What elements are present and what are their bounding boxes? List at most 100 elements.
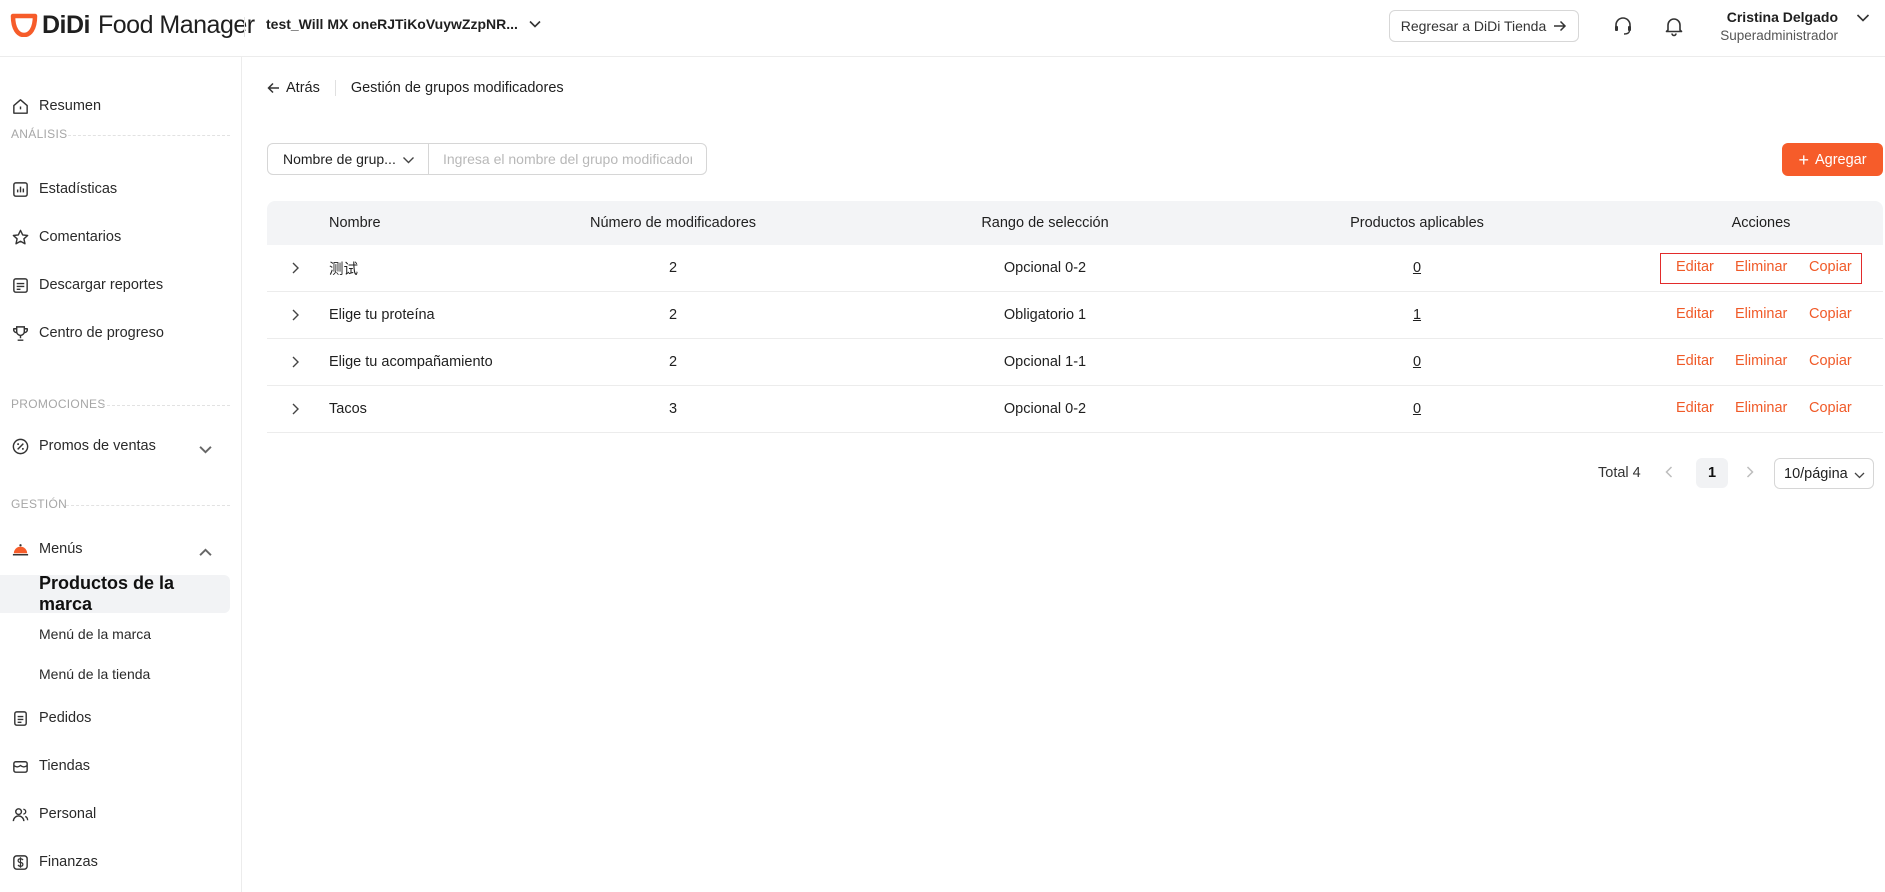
cell-numero: 2 bbox=[668, 260, 678, 276]
sidebar-item-label: Promos de ventas bbox=[39, 438, 156, 454]
sidebar-item-resumen[interactable]: Resumen bbox=[0, 89, 230, 123]
add-button-label: Agregar bbox=[1814, 151, 1867, 168]
bell-icon[interactable] bbox=[1663, 15, 1685, 37]
edit-button[interactable]: Editar bbox=[1676, 400, 1714, 416]
back-link[interactable]: Atrás bbox=[267, 80, 320, 96]
sidebar: Resumen ANÁLISIS Estadísticas Comentario… bbox=[0, 57, 242, 892]
edit-button[interactable]: Editar bbox=[1676, 306, 1714, 322]
sidebar-item-centro-progreso[interactable]: Centro de progreso bbox=[0, 316, 230, 350]
chevron-right-icon[interactable] bbox=[287, 260, 303, 276]
chevron-right-icon[interactable] bbox=[287, 354, 303, 370]
sidebar-item-label: Menú de la tienda bbox=[39, 666, 151, 682]
chevron-down-icon bbox=[403, 157, 414, 164]
section-divider bbox=[66, 505, 230, 506]
table-row: Tacos 3 Opcional 0-2 0 Editar Eliminar C… bbox=[267, 386, 1883, 433]
back-to-store-button[interactable]: Regresar a DiDi Tienda bbox=[1389, 10, 1579, 42]
copy-button[interactable]: Copiar bbox=[1809, 259, 1852, 275]
discount-icon bbox=[12, 438, 29, 454]
chevron-down-icon[interactable] bbox=[1855, 10, 1871, 26]
sidebar-subitem-menu-marca[interactable]: Menú de la marca bbox=[0, 617, 230, 651]
add-button[interactable]: + Agregar bbox=[1782, 143, 1883, 176]
table-header: Nombre Número de modificadores Rango de … bbox=[267, 201, 1883, 245]
column-header-productos: Productos aplicables bbox=[1350, 215, 1484, 231]
filter-type-value: Nombre de grup... bbox=[283, 151, 396, 167]
copy-button[interactable]: Copiar bbox=[1809, 306, 1852, 322]
headset-icon[interactable] bbox=[1612, 15, 1634, 37]
chevron-left-icon[interactable] bbox=[1661, 463, 1677, 481]
productos-link[interactable]: 0 bbox=[1413, 354, 1421, 370]
productos-link[interactable]: 1 bbox=[1413, 307, 1421, 323]
delete-button[interactable]: Eliminar bbox=[1735, 306, 1787, 322]
sidebar-item-label: Pedidos bbox=[39, 710, 92, 726]
store-name: test_Will MX oneRJTiKoVuywZzpNR... bbox=[266, 16, 518, 32]
dollar-icon bbox=[13, 854, 28, 870]
sidebar-item-label: Personal bbox=[39, 806, 97, 822]
store-selector[interactable]: test_Will MX oneRJTiKoVuywZzpNR... bbox=[266, 16, 542, 32]
column-header-acciones: Acciones bbox=[1731, 215, 1791, 231]
sidebar-item-label: Menú de la marca bbox=[39, 626, 152, 642]
pagination-total: Total 4 bbox=[1598, 465, 1641, 481]
column-header-rango: Rango de selección bbox=[981, 215, 1109, 231]
delete-button[interactable]: Eliminar bbox=[1735, 400, 1787, 416]
table-row: Elige tu proteína 2 Obligatorio 1 1 Edit… bbox=[267, 292, 1883, 339]
cell-nombre: Tacos bbox=[329, 401, 367, 417]
chevron-right-icon[interactable] bbox=[287, 307, 303, 323]
user-role: Superadministrador bbox=[1720, 28, 1838, 43]
section-divider bbox=[68, 135, 230, 136]
user-menu[interactable]: Cristina Delgado Superadministrador bbox=[1716, 8, 1838, 46]
user-name: Cristina Delgado bbox=[1726, 9, 1838, 25]
sidebar-item-estadisticas[interactable]: Estadísticas bbox=[0, 172, 230, 206]
plus-icon: + bbox=[1798, 149, 1809, 170]
productos-link[interactable]: 0 bbox=[1413, 401, 1421, 417]
sidebar-item-tiendas[interactable]: Tiendas bbox=[0, 749, 230, 783]
section-label-gestion: GESTIÓN bbox=[11, 497, 68, 511]
arrow-right-icon bbox=[1554, 20, 1567, 32]
sidebar-item-label: Menús bbox=[39, 541, 83, 557]
chart-icon bbox=[13, 181, 28, 197]
sidebar-item-personal[interactable]: Personal bbox=[0, 797, 230, 831]
breadcrumb: Atrás Gestión de grupos modificadores bbox=[267, 80, 564, 96]
sidebar-subitem-menu-tienda[interactable]: Menú de la tienda bbox=[0, 657, 230, 691]
copy-button[interactable]: Copiar bbox=[1809, 400, 1852, 416]
table-row: Elige tu acompañamiento 2 Opcional 1-1 0… bbox=[267, 339, 1883, 386]
breadcrumb-divider bbox=[334, 80, 336, 96]
sidebar-item-finanzas[interactable]: Finanzas bbox=[0, 845, 230, 879]
back-to-store-label: Regresar a DiDi Tienda bbox=[1400, 18, 1547, 34]
report-icon bbox=[13, 277, 28, 293]
cell-rango: Opcional 0-2 bbox=[1003, 401, 1087, 417]
page-size-select[interactable]: 10/página bbox=[1774, 458, 1874, 489]
sidebar-item-descargar-reportes[interactable]: Descargar reportes bbox=[0, 268, 230, 302]
copy-button[interactable]: Copiar bbox=[1809, 353, 1852, 369]
logo-didi-text: DiDi bbox=[42, 10, 91, 39]
modifier-groups-table: Nombre Número de modificadores Rango de … bbox=[267, 201, 1883, 433]
edit-button[interactable]: Editar bbox=[1676, 259, 1714, 275]
chevron-right-icon[interactable] bbox=[1742, 463, 1758, 481]
sidebar-subitem-productos-marca[interactable]: Productos de la marca bbox=[0, 573, 230, 614]
sidebar-item-pedidos[interactable]: Pedidos bbox=[0, 701, 230, 735]
sidebar-item-promos-ventas[interactable]: Promos de ventas bbox=[0, 429, 230, 463]
didi-food-manager-logo[interactable]: DiDi Food Manager bbox=[10, 10, 255, 40]
delete-button[interactable]: Eliminar bbox=[1735, 353, 1787, 369]
pagination-page-current[interactable]: 1 bbox=[1696, 458, 1728, 488]
chevron-up-icon bbox=[199, 548, 212, 556]
delete-button[interactable]: Eliminar bbox=[1735, 259, 1787, 275]
back-link-label: Atrás bbox=[286, 80, 320, 96]
section-label-analisis: ANÁLISIS bbox=[11, 127, 68, 141]
header-divider bbox=[244, 17, 245, 37]
people-icon bbox=[12, 807, 29, 821]
column-header-numero: Número de modificadores bbox=[589, 215, 757, 231]
column-header-nombre: Nombre bbox=[329, 215, 381, 231]
productos-link[interactable]: 0 bbox=[1413, 260, 1421, 276]
chevron-down-icon bbox=[1854, 472, 1865, 479]
cell-numero: 2 bbox=[668, 307, 678, 323]
store-icon bbox=[13, 760, 28, 773]
cell-productos: 1 bbox=[1317, 292, 1517, 338]
search-input[interactable] bbox=[428, 143, 707, 175]
sidebar-item-comentarios[interactable]: Comentarios bbox=[0, 220, 230, 254]
edit-button[interactable]: Editar bbox=[1676, 353, 1714, 369]
sidebar-item-menus[interactable]: Menús bbox=[0, 532, 230, 566]
filter-type-select[interactable]: Nombre de grup... bbox=[267, 143, 429, 175]
cell-nombre: Elige tu proteína bbox=[329, 307, 435, 323]
chevron-right-icon[interactable] bbox=[287, 401, 303, 417]
star-icon bbox=[12, 229, 29, 244]
